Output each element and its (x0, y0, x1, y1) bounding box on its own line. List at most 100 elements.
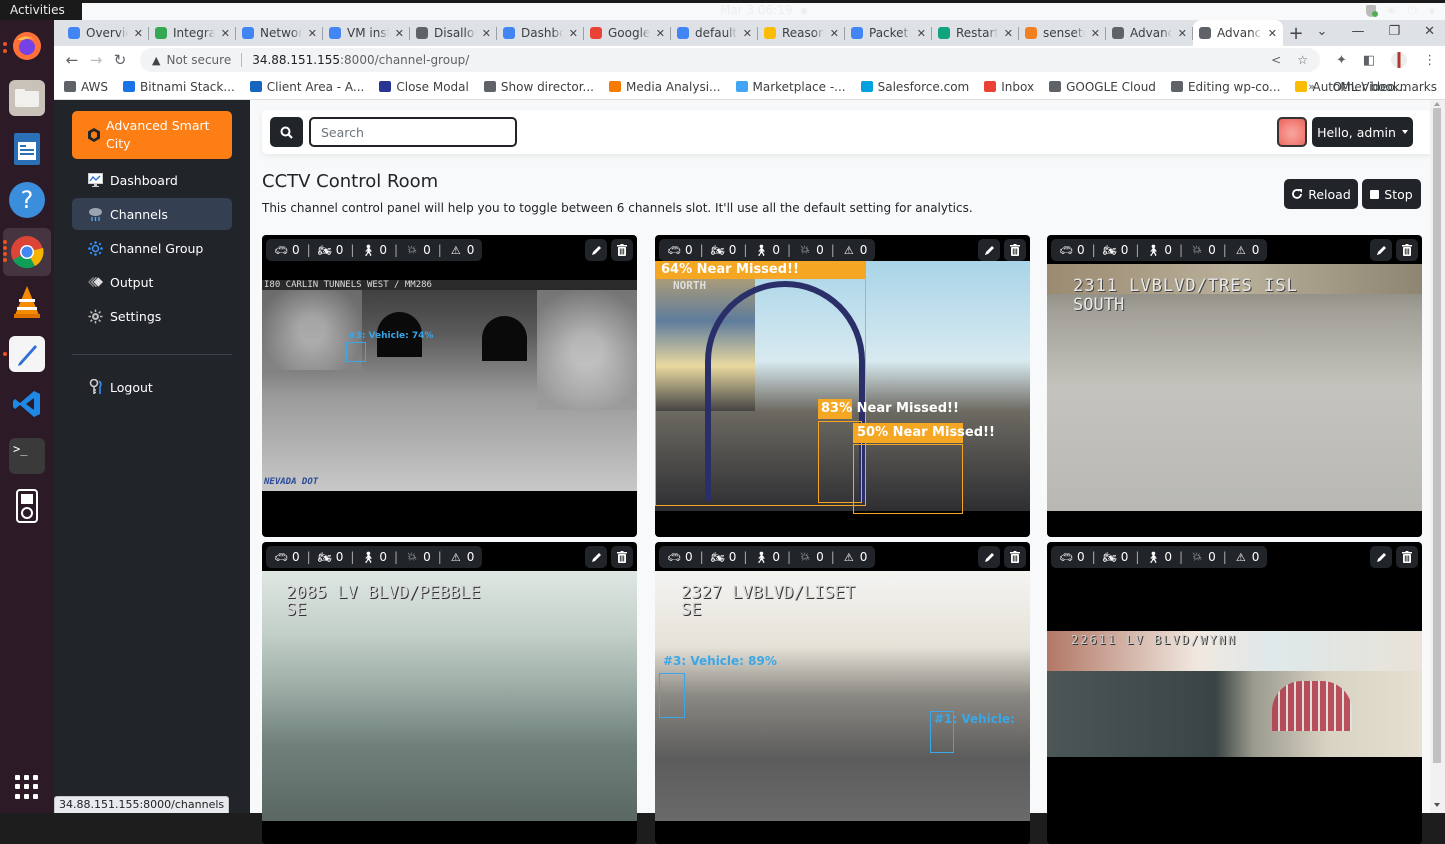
camera-feed[interactable]: 2311 LVBLVD/TRES ISL SOUTH (1047, 264, 1422, 511)
close-icon[interactable]: ✕ (1424, 24, 1435, 39)
browser-tab[interactable]: VM instances ✕ (323, 20, 410, 46)
chrome-icon[interactable] (9, 234, 45, 270)
delete-button[interactable] (1004, 239, 1026, 261)
search-input[interactable] (309, 117, 517, 147)
camera-feed[interactable]: NORTH 64% Near Missed!! 83% Near Missed!… (655, 261, 1030, 514)
search-button[interactable] (270, 117, 303, 147)
tab-close-icon[interactable]: ✕ (1004, 27, 1013, 40)
text-editor-icon[interactable] (9, 336, 45, 372)
system-tray[interactable]: 🔊︎ ⏻ ▾ (1365, 3, 1435, 18)
browser-tab[interactable]: Advanced ✕ (1193, 20, 1283, 46)
delete-button[interactable] (1396, 546, 1418, 568)
brand-logo[interactable]: Advanced Smart City (72, 111, 232, 159)
help-icon[interactable]: ? (9, 182, 45, 218)
files-icon[interactable] (9, 80, 45, 116)
browser-tab[interactable]: Packet ✕ (845, 20, 932, 46)
delete-button[interactable] (611, 239, 633, 261)
bookmark-item[interactable]: GOOGLE Cloud (1049, 80, 1156, 94)
back-icon[interactable]: ← (60, 51, 84, 69)
scroll-down-icon[interactable] (1434, 803, 1440, 807)
tab-close-icon[interactable]: ✕ (917, 27, 926, 40)
more-bookmarks-icon[interactable]: » (1308, 80, 1315, 93)
reload-button[interactable]: Reload (1284, 179, 1358, 209)
show-applications-icon[interactable] (15, 775, 39, 799)
tab-close-icon[interactable]: ✕ (308, 27, 317, 40)
minimize-icon[interactable]: — (1351, 24, 1364, 39)
browser-tab[interactable]: Overview ✕ (62, 20, 149, 46)
bookmark-item[interactable]: AWS (64, 80, 108, 94)
new-tab-button[interactable]: + (1283, 23, 1309, 44)
camera-feed[interactable]: I80 CARLIN TUNNELS WEST / MM286 #3: Vehi… (262, 280, 637, 491)
bookmark-item[interactable]: Media Analysi... (609, 80, 721, 94)
forward-icon[interactable]: → (84, 51, 108, 69)
vlc-icon[interactable] (9, 284, 45, 320)
sidebar-item-channel-group[interactable]: Channel Group (72, 232, 232, 264)
browser-tab[interactable]: Dashboard ✕ (497, 20, 584, 46)
address-bar[interactable]: ▲ Not secure 34.88.151.155:8000/channel-… (140, 48, 1320, 72)
bookmark-item[interactable]: Editing wp-co... (1170, 80, 1280, 94)
delete-button[interactable] (611, 546, 633, 568)
security-label[interactable]: Not secure (166, 53, 231, 67)
edit-button[interactable] (978, 546, 1000, 568)
tab-close-icon[interactable]: ✕ (395, 27, 404, 40)
tab-close-icon[interactable]: ✕ (743, 27, 752, 40)
sidebar-item-dashboard[interactable]: Dashboard (72, 164, 232, 196)
tab-close-icon[interactable]: ✕ (1091, 27, 1100, 40)
avatar[interactable] (1277, 117, 1307, 147)
user-menu-button[interactable]: Hello, admin (1312, 117, 1413, 147)
bookmark-item[interactable]: Client Area - A... (249, 80, 364, 94)
edit-button[interactable] (1370, 546, 1392, 568)
bookmark-item[interactable]: Bitnami Stack... (123, 80, 235, 94)
vscode-icon[interactable] (9, 386, 45, 422)
edit-button[interactable] (1370, 239, 1392, 261)
page-scrollbar[interactable] (1430, 100, 1445, 813)
bookmark-item[interactable]: Show director... (483, 80, 594, 94)
share-icon[interactable]: < (1271, 53, 1281, 67)
tab-close-icon[interactable]: ✕ (134, 27, 143, 40)
bookmark-item[interactable]: Inbox (984, 80, 1034, 94)
tab-close-icon[interactable]: ✕ (482, 27, 491, 40)
stop-button[interactable]: Stop (1362, 179, 1421, 209)
tab-close-icon[interactable]: ✕ (1268, 27, 1277, 40)
other-bookmarks[interactable]: Other bookmarks (1327, 80, 1437, 94)
side-panel-icon[interactable]: ◧ (1363, 53, 1375, 68)
edit-button[interactable] (585, 546, 607, 568)
libreoffice-writer-icon[interactable] (9, 131, 45, 167)
browser-tab[interactable]: Network ✕ (236, 20, 323, 46)
more-menu-icon[interactable]: ⋮ (1423, 53, 1436, 68)
tab-close-icon[interactable]: ✕ (569, 27, 578, 40)
bookmark-item[interactable]: Salesforce.com (860, 80, 969, 94)
camera-feed[interactable]: 2327 LVBLVD/LISET SE #3: Vehicle: 89% #1… (655, 571, 1030, 821)
extensions-puzzle-icon[interactable]: ✦ (1336, 53, 1347, 68)
tab-close-icon[interactable]: ✕ (656, 27, 665, 40)
terminal-icon[interactable]: >_ (9, 438, 45, 474)
camera-feed[interactable]: 22611 LV BLVD/WYNN (1047, 631, 1422, 757)
delete-button[interactable] (1004, 546, 1026, 568)
browser-tab[interactable]: Advanced ✕ (1106, 20, 1193, 46)
browser-tab[interactable]: sensetr ✕ (1019, 20, 1106, 46)
tab-search-icon[interactable]: ⌄ (1317, 24, 1328, 39)
browser-tab[interactable]: Integrations ✕ (149, 20, 236, 46)
sidebar-item-output[interactable]: Output (72, 266, 232, 298)
browser-tab[interactable]: default ✕ (671, 20, 758, 46)
browser-tab[interactable]: Reason ✕ (758, 20, 845, 46)
browser-tab[interactable]: Disallow ✕ (410, 20, 497, 46)
camera-feed[interactable]: 2085 LV BLVD/PEBBLE SE (262, 571, 637, 821)
rhythmbox-icon[interactable] (9, 488, 45, 524)
sidebar-item-channels[interactable]: Channels (72, 198, 232, 230)
tab-close-icon[interactable]: ✕ (1178, 27, 1187, 40)
profile-avatar[interactable] (1391, 52, 1408, 68)
sidebar-item-settings[interactable]: Settings (72, 300, 232, 332)
delete-button[interactable] (1396, 239, 1418, 261)
bookmark-item[interactable]: Marketplace -... (735, 80, 846, 94)
warning-icon[interactable]: ▲ (152, 54, 160, 67)
bookmark-item[interactable]: Close Modal (379, 80, 469, 94)
scroll-up-icon[interactable] (1434, 102, 1440, 106)
restore-icon[interactable]: ❐ (1388, 24, 1400, 39)
tab-close-icon[interactable]: ✕ (221, 27, 230, 40)
edit-button[interactable] (585, 239, 607, 261)
clock[interactable]: Mar 3 06:19 (720, 3, 807, 17)
activities-button[interactable]: Activities (10, 3, 65, 17)
browser-tab[interactable]: Restart ✕ (932, 20, 1019, 46)
firefox-icon[interactable] (9, 28, 45, 64)
